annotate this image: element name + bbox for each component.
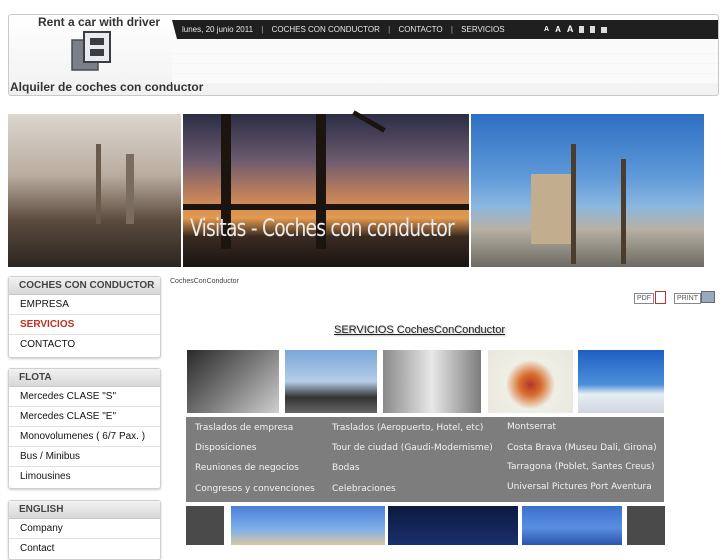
- print-button[interactable]: PRINT: [674, 293, 701, 304]
- service-item: Disposiciones: [195, 443, 257, 453]
- pdf-icon[interactable]: [655, 291, 666, 304]
- menu-item-contact[interactable]: Contact: [9, 539, 160, 558]
- logo-tagline: Rent a car with driver: [38, 15, 161, 29]
- top-bar: lunes, 20 junio 2011 | COCHES CON CONDUC…: [172, 20, 718, 39]
- service-item: Celebraciones: [332, 484, 396, 494]
- font-size-controls: A A A: [544, 20, 608, 39]
- gallery-image-night: [388, 506, 518, 545]
- thumb-airport: [285, 350, 377, 413]
- font-small-button[interactable]: A: [544, 20, 549, 39]
- nav-coches-con-conductor[interactable]: COCHES CON CONDUCTOR: [272, 25, 380, 34]
- menu-item-monovolumenes[interactable]: Monovolumenes ( 6/7 Pax. ): [9, 427, 160, 447]
- banner-image-rambla: [8, 114, 181, 267]
- date-display: lunes, 20 junio 2011: [182, 25, 254, 34]
- service-item: Montserrat: [507, 422, 557, 432]
- contrast-light-icon[interactable]: [590, 26, 596, 33]
- gallery-image-guell: [522, 506, 622, 545]
- nav-servicios[interactable]: SERVICIOS: [461, 25, 504, 34]
- banner-caption: Visitas - Coches con conductor: [190, 214, 455, 242]
- menu-english: ENGLISH Company Contact: [8, 500, 161, 560]
- service-item: Congresos y convenciones: [195, 484, 315, 494]
- service-item: Costa Brava (Museu Dali, Girona): [507, 443, 657, 453]
- menu-item-company[interactable]: Company: [9, 519, 160, 539]
- menu-flota: FLOTA Mercedes CLASE "S" Mercedes CLASE …: [8, 368, 161, 489]
- page-title: SERVICIOS CochesConConductor: [334, 324, 505, 336]
- gallery-image-pedrera: [231, 506, 385, 545]
- service-item: Universal Pictures Port Aventura: [507, 482, 652, 492]
- logo-icon[interactable]: [70, 30, 114, 72]
- printer-icon[interactable]: [701, 291, 715, 303]
- pdf-button[interactable]: PDF: [634, 293, 654, 304]
- menu-flota-title: FLOTA: [9, 369, 160, 387]
- menu-item-servicios[interactable]: SERVICIOS: [9, 315, 160, 335]
- banner-image-sunset: [183, 110, 469, 267]
- contrast-dark-icon[interactable]: [579, 26, 585, 33]
- menu-item-contacto[interactable]: CONTACTO: [9, 335, 160, 354]
- thumb-flowers: [488, 350, 573, 413]
- menu-english-title: ENGLISH: [9, 501, 160, 519]
- thumb-business-transfer: [187, 350, 279, 413]
- banner-image-palms: [471, 114, 704, 267]
- service-item: Bodas: [332, 463, 360, 473]
- gallery-arrow-right[interactable]: [627, 506, 665, 545]
- font-large-button[interactable]: A: [567, 20, 574, 39]
- gallery-arrow-left[interactable]: [186, 506, 224, 545]
- menu-main: COCHES CON CONDUCTOR EMPRESA SERVICIOS C…: [8, 276, 161, 358]
- breadcrumb[interactable]: CochesConConductor: [170, 278, 239, 285]
- service-item: Tarragona (Poblet, Santes Creus): [507, 462, 655, 472]
- menu-item-mercedes-e[interactable]: Mercedes CLASE "E": [9, 407, 160, 427]
- menu-item-bus-minibus[interactable]: Bus / Minibus: [9, 447, 160, 467]
- thumb-tunnel: [383, 350, 481, 413]
- service-item: Traslados (Aeropuerto, Hotel, etc): [332, 423, 484, 433]
- menu-item-mercedes-s[interactable]: Mercedes CLASE "S": [9, 387, 160, 407]
- contrast-square-icon[interactable]: [601, 26, 608, 33]
- service-item: Tour de ciudad (Gaudi-Modernisme): [332, 443, 493, 453]
- menu-item-limousines[interactable]: Limousines: [9, 467, 160, 486]
- banner: [8, 110, 704, 267]
- header-decoration: [172, 44, 718, 84]
- font-medium-button[interactable]: A: [555, 20, 561, 39]
- service-item: Traslados de empresa: [195, 423, 294, 433]
- menu-main-title: COCHES CON CONDUCTOR: [9, 277, 160, 295]
- services-table: Traslados de empresa Disposiciones Reuni…: [186, 417, 664, 502]
- nav-contacto[interactable]: CONTACTO: [398, 25, 442, 34]
- menu-item-empresa[interactable]: EMPRESA: [9, 295, 160, 315]
- service-item: Reuniones de negocios: [195, 463, 299, 473]
- thumb-jet: [578, 350, 664, 413]
